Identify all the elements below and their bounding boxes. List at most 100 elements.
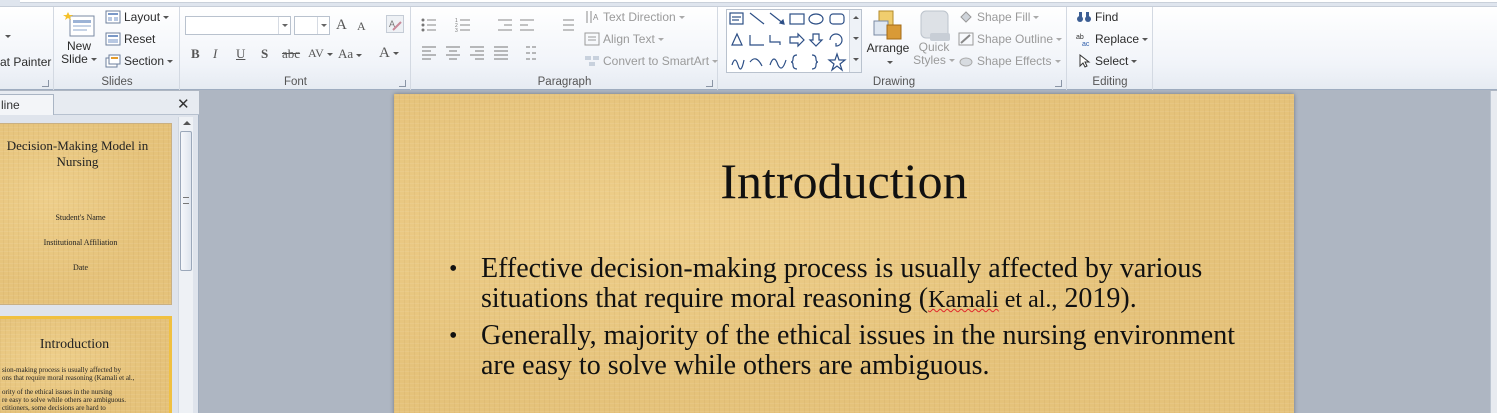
close-icon[interactable]: ✕ [177, 95, 190, 113]
slide-editing-area: Introduction Effective decision-making p… [200, 91, 1497, 413]
shapes-gallery[interactable] [726, 9, 862, 73]
slide-thumbnail-2[interactable]: Introduction sion-making process is usua… [0, 316, 172, 413]
underline-button[interactable]: U [236, 46, 245, 62]
text-direction-label: Text Direction [603, 10, 676, 24]
editor-vertical-scrollbar[interactable] [1490, 91, 1497, 413]
character-spacing-button[interactable]: AV [308, 46, 333, 61]
quick-styles-button[interactable]: Quick Styles [913, 9, 955, 75]
shapes-gallery-scroll[interactable] [849, 10, 861, 72]
slides-pane-scrollbar[interactable] [178, 117, 193, 413]
cursor-arrow-icon [1079, 54, 1091, 68]
binoculars-icon [1077, 12, 1091, 22]
italic-button[interactable]: I [213, 46, 217, 62]
font-group-label: Font [283, 76, 307, 88]
bullet-item: Generally, majority of the ethical issue… [449, 321, 1249, 381]
new-slide-button[interactable]: New Slide [59, 10, 99, 72]
smartart-icon [585, 56, 599, 66]
character-spacing-label: AV [308, 46, 324, 60]
svg-text:3: 3 [455, 28, 458, 33]
alignment-icons[interactable] [420, 45, 560, 61]
strikethrough-button[interactable]: abc [282, 46, 300, 62]
font-name-dropdown-icon[interactable] [278, 17, 290, 34]
shape-fill-button[interactable]: Shape Fill [958, 10, 1040, 24]
slides-pane: line ✕ Decision-Making Model in Nursing … [0, 91, 199, 413]
svg-text:A: A [593, 13, 599, 22]
find-label: Find [1095, 10, 1119, 24]
grow-font-button[interactable]: A [336, 17, 347, 34]
svg-text:ab: ab [1076, 34, 1084, 41]
scroll-up-icon[interactable] [183, 121, 191, 125]
thumb1-date: Date [72, 263, 89, 272]
replace-icon: abac [1076, 34, 1090, 46]
list-indent-icons[interactable]: 123 [420, 17, 580, 33]
align-text-icon [584, 32, 600, 46]
format-painter-label: at Painter [0, 55, 52, 69]
change-case-button[interactable]: Aa [338, 46, 363, 62]
thumb1-affiliation: Institutional Affiliation [43, 238, 118, 247]
layout-button[interactable]: Layout [105, 10, 170, 24]
shape-effects-label: Shape Effects [977, 54, 1052, 68]
layout-icon [105, 10, 121, 24]
font-size-combo[interactable] [294, 16, 330, 35]
clear-formatting-icon[interactable]: A [386, 15, 404, 33]
quick-styles-icon [920, 10, 950, 41]
thumb2-body: sion-making process is usually affected … [2, 366, 134, 412]
shapes-icon [729, 12, 847, 72]
reset-icon [105, 32, 121, 46]
clipboard-dropdown[interactable] [2, 35, 11, 38]
arrange-button[interactable]: Arrange [865, 9, 911, 73]
arrange-label: Arrange [866, 41, 910, 55]
new-slide-label-2: Slide [61, 52, 88, 66]
shape-outline-button[interactable]: Shape Outline [958, 32, 1063, 46]
quick-styles-label-2: Styles [913, 53, 946, 67]
find-button[interactable]: Find [1076, 10, 1118, 24]
section-button[interactable]: Section [105, 54, 174, 68]
reset-button[interactable]: Reset [105, 32, 155, 46]
font-name-combo[interactable] [185, 16, 291, 35]
shape-effects-icon [959, 57, 973, 67]
font-group: A A A B I U S abc AV Aa A Font [181, 7, 411, 90]
editing-group-label: Editing [1092, 76, 1128, 88]
drawing-group: Arrange Quick Styles Shape Fill Shape Ou… [722, 7, 1067, 90]
font-color-label: A [379, 45, 390, 61]
select-label: Select [1095, 54, 1129, 68]
replace-button[interactable]: ab ac Replace [1076, 32, 1149, 46]
bullet2-text: Generally, majority of the ethical issue… [481, 320, 1235, 381]
font-size-dropdown-icon[interactable] [317, 17, 329, 34]
shape-fill-icon [960, 11, 972, 23]
slide-body[interactable]: Effective decision-making process is usu… [449, 254, 1249, 387]
align-text-button[interactable]: Align Text [584, 32, 664, 46]
font-color-button[interactable]: A [379, 45, 399, 62]
bold-button[interactable]: B [191, 46, 200, 62]
scroll-thumb[interactable] [180, 131, 192, 271]
section-icon [105, 54, 121, 68]
slide-title[interactable]: Introduction [394, 152, 1294, 210]
shape-outline-label: Shape Outline [977, 32, 1054, 46]
thumb2-title: Introduction [39, 337, 110, 352]
replace-label: Replace [1095, 32, 1140, 46]
clipboard-launcher-icon[interactable] [42, 80, 49, 87]
thumb1-title: Decision-Making Model in Nursing [6, 138, 149, 169]
shadow-button[interactable]: S [261, 46, 268, 62]
smartart-label: Convert to SmartArt [603, 54, 710, 68]
select-button[interactable]: Select [1076, 54, 1138, 68]
bullet1-year: 2019). [1064, 283, 1137, 314]
shape-effects-button[interactable]: Shape Effects [958, 54, 1061, 68]
shrink-font-button[interactable]: A [357, 19, 366, 34]
text-direction-button[interactable]: A Text Direction [584, 10, 685, 24]
text-direction-icon: A [586, 11, 599, 23]
format-painter-button[interactable]: at Painter [0, 55, 51, 69]
drawing-launcher-icon[interactable] [1055, 80, 1062, 87]
tab-outline[interactable]: line [0, 94, 54, 115]
slide-thumbnail-1[interactable]: Decision-Making Model in Nursing Student… [0, 123, 172, 305]
paragraph-launcher-icon[interactable] [706, 80, 713, 87]
thumb2-line-4: re easy to solve while others are ambigu… [2, 396, 127, 404]
title-strip [0, 0, 1497, 7]
font-launcher-icon[interactable] [399, 80, 406, 87]
shape-fill-label: Shape Fill [977, 10, 1031, 24]
citation-rest: et al., [998, 287, 1058, 313]
align-text-label: Align Text [603, 32, 655, 46]
thumb1-student-name: Student's Name [55, 213, 106, 222]
slide-canvas[interactable]: Introduction Effective decision-making p… [394, 94, 1294, 413]
smartart-button[interactable]: Convert to SmartArt [584, 54, 719, 68]
